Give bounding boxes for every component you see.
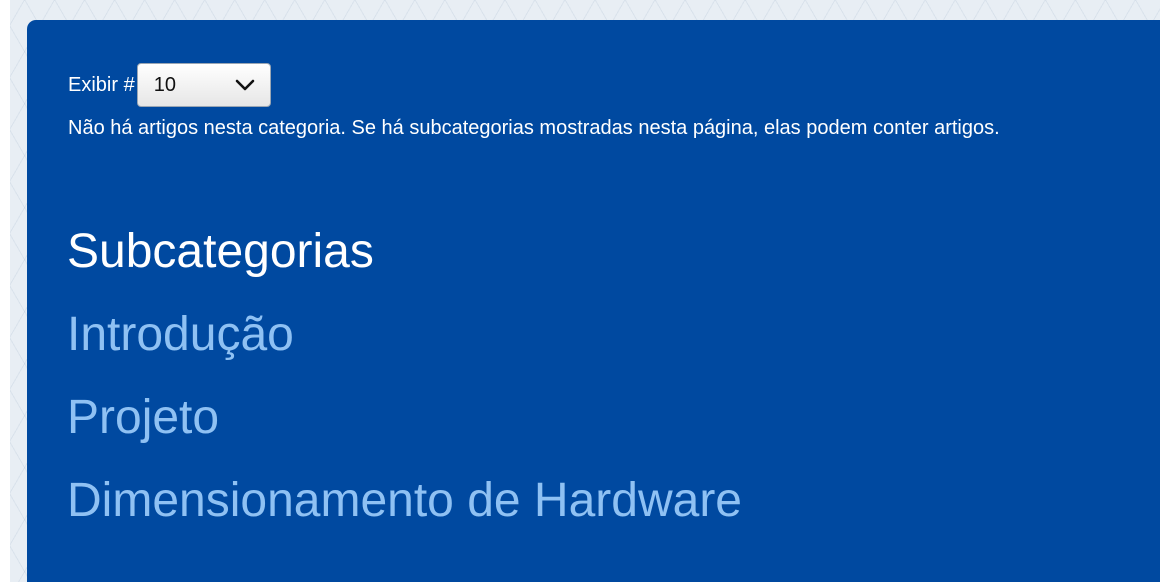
subcategory-list: Introdução Projeto Dimensionamento de Ha… [67, 305, 742, 554]
display-count-label: Exibir # [68, 74, 135, 96]
no-articles-notice: Não há artigos nesta categoria. Se há su… [68, 117, 1000, 139]
subcategory-item: Dimensionamento de Hardware [67, 471, 742, 554]
chevron-down-icon [235, 79, 255, 91]
page-left-edge [0, 0, 10, 582]
display-count-select[interactable]: 10 [136, 63, 271, 107]
subcategory-link-projeto[interactable]: Projeto [67, 391, 219, 444]
category-content-panel: Exibir # 10 Não há artigos nesta categor… [27, 20, 1160, 582]
display-count-selected-value: 10 [153, 73, 176, 96]
subcategory-link-introducao[interactable]: Introdução [67, 308, 294, 361]
subcategory-item: Introdução [67, 305, 742, 388]
subcategory-link-dimensionamento-de-hardware[interactable]: Dimensionamento de Hardware [67, 474, 742, 527]
subcategories-heading: Subcategorias [67, 225, 374, 278]
subcategory-item: Projeto [67, 388, 742, 471]
display-count-control: Exibir # 10 [68, 62, 271, 108]
